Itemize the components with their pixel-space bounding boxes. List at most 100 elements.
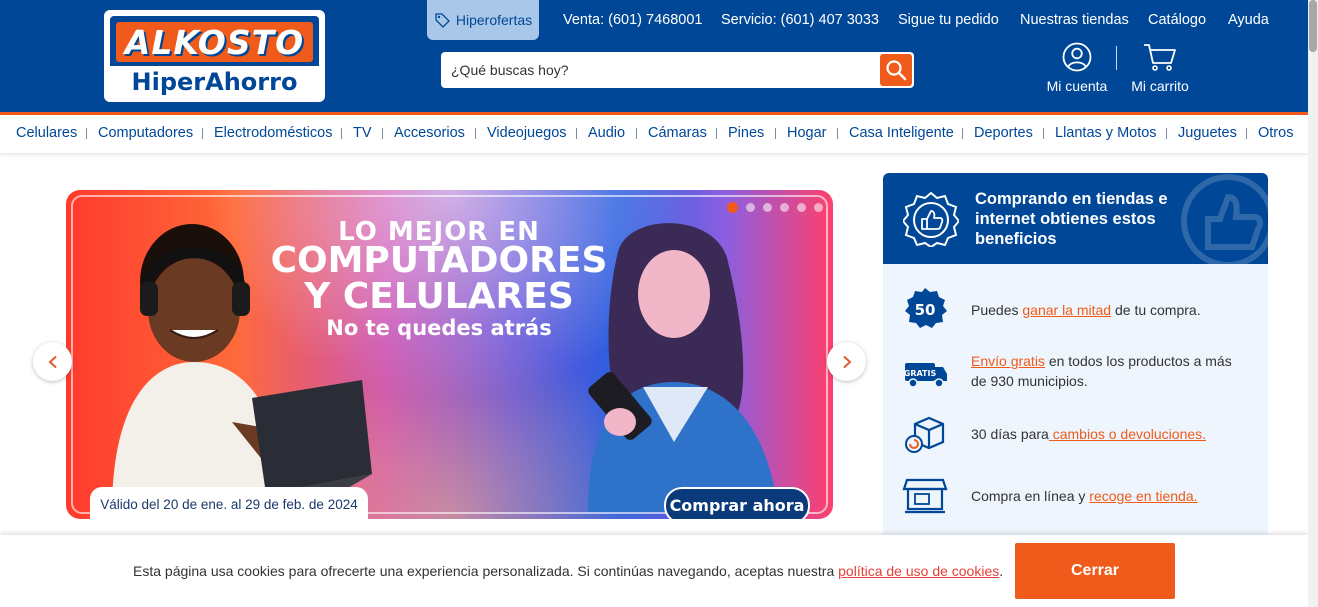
search-input[interactable]: [441, 52, 879, 88]
free-shipping-truck-icon: GRATIS: [904, 363, 947, 388]
cart-label: Mi carrito: [1131, 78, 1189, 94]
category-accesorios[interactable]: Accesorios: [394, 125, 465, 141]
account-link[interactable]: Mi cuenta: [1040, 42, 1114, 98]
benefit-text-part: de tu compra.: [1111, 302, 1201, 318]
category-nav: Celulares Computadores Electrodomésticos…: [0, 115, 1308, 153]
half-price-icon: 50: [905, 288, 947, 328]
category-separator: [1246, 128, 1247, 139]
category-separator: [962, 128, 963, 139]
svg-text:50: 50: [915, 301, 936, 319]
carousel-prev-button[interactable]: [33, 342, 72, 381]
category-videojuegos[interactable]: Videojuegos: [487, 125, 567, 141]
store-pickup-icon: [902, 478, 948, 514]
page-scrollbar[interactable]: [1308, 0, 1318, 607]
category-deportes[interactable]: Deportes: [974, 125, 1033, 141]
thumbs-up-badge-icon: [903, 191, 959, 247]
top-link-sigue-pedido[interactable]: Sigue tu pedido: [898, 12, 999, 28]
buy-now-button[interactable]: Comprar ahora: [664, 487, 810, 519]
category-separator: [775, 128, 776, 139]
top-link-tiendas[interactable]: Nuestras tiendas: [1020, 12, 1129, 28]
banner-frame: [71, 195, 828, 514]
category-juguetes[interactable]: Juguetes: [1178, 125, 1237, 141]
cart-icon: [1144, 44, 1176, 71]
category-separator: [1166, 128, 1167, 139]
category-separator: [576, 128, 577, 139]
cookie-text-end: .: [999, 563, 1004, 579]
return-box-icon: [905, 416, 945, 453]
carousel-dot[interactable]: [763, 203, 772, 212]
category-llantas-motos[interactable]: Llantas y Motos: [1055, 125, 1157, 141]
carousel-indicators: [727, 202, 823, 213]
category-computadores[interactable]: Computadores: [98, 125, 193, 141]
category-separator: [1043, 128, 1044, 139]
benefit-link-returns[interactable]: cambios o devoluciones.: [1049, 426, 1206, 442]
top-link-catalogo[interactable]: Catálogo: [1148, 12, 1206, 28]
logo-bottom-band: HiperAhorro: [110, 67, 319, 96]
category-separator: [716, 128, 717, 139]
category-separator: [341, 128, 342, 139]
user-icon: [1062, 42, 1092, 72]
chevron-left-icon: [48, 355, 56, 368]
hero-banner[interactable]: LO MEJOR EN COMPUTADORES Y CELULARES No …: [66, 190, 833, 519]
carousel-dot[interactable]: [746, 203, 755, 212]
cookie-text: Esta página usa cookies para ofrecerte u…: [133, 563, 839, 579]
carousel-dot[interactable]: [797, 203, 806, 212]
top-link-venta[interactable]: Venta: (601) 7468001: [563, 12, 702, 28]
logo-bottom-text: HiperAhorro: [131, 67, 298, 96]
carousel-dot[interactable]: [780, 203, 789, 212]
search-bar: [441, 52, 914, 88]
benefit-text: 30 días para cambios o devoluciones.: [971, 424, 1251, 444]
category-celulares[interactable]: Celulares: [16, 125, 77, 141]
category-casa-inteligente[interactable]: Casa Inteligente: [849, 125, 954, 141]
alkosto-logo[interactable]: ALKOSTO HiperAhorro: [104, 10, 325, 102]
benefit-text: Compra en línea y recoge en tienda.: [971, 486, 1251, 506]
hiperofertas-label: Hiperofertas: [455, 12, 533, 28]
hiperofertas-tab[interactable]: Hiperofertas: [427, 0, 539, 40]
benefits-panel: Comprando en tiendas e internet obtienes…: [883, 173, 1268, 543]
category-separator: [837, 128, 838, 139]
category-separator: [382, 128, 383, 139]
benefit-text-part: Puedes: [971, 302, 1023, 318]
cookie-policy-link[interactable]: política de uso de cookies: [838, 563, 999, 579]
account-label: Mi cuenta: [1046, 78, 1108, 94]
benefit-link-free-shipping[interactable]: Envío gratis: [971, 353, 1045, 369]
category-hogar[interactable]: Hogar: [787, 125, 827, 141]
benefit-link-store-pickup[interactable]: recoge en tienda.: [1089, 488, 1197, 504]
benefit-link-half-price[interactable]: ganar la mitad: [1022, 302, 1111, 318]
search-icon: [886, 60, 907, 81]
search-button[interactable]: [880, 54, 912, 86]
cookie-close-button[interactable]: Cerrar: [1015, 543, 1175, 599]
benefits-title: Comprando en tiendas e internet obtienes…: [975, 190, 1168, 248]
validity-badge: Válido del 20 de ene. al 29 de feb. de 2…: [90, 487, 368, 519]
top-link-servicio[interactable]: Servicio: (601) 407 3033: [721, 12, 879, 28]
category-separator: [202, 128, 203, 139]
category-camaras[interactable]: Cámaras: [648, 125, 707, 141]
carousel-dot[interactable]: [814, 203, 823, 212]
chevron-right-icon: [843, 355, 851, 368]
logo-top-text: ALKOSTO: [124, 22, 305, 62]
category-pines[interactable]: Pines: [728, 125, 764, 141]
cookie-message: Esta página usa cookies para ofrecerte u…: [133, 563, 1003, 579]
logo-top-band: ALKOSTO: [110, 16, 319, 66]
scrollbar-thumb[interactable]: [1309, 0, 1317, 52]
benefit-text: Puedes ganar la mitad de tu compra.: [971, 300, 1251, 320]
benefits-header: Comprando en tiendas e internet obtienes…: [883, 173, 1268, 264]
category-otros[interactable]: Otros: [1258, 125, 1293, 141]
category-tv[interactable]: TV: [353, 125, 372, 141]
category-separator: [636, 128, 637, 139]
cart-link[interactable]: Mi carrito: [1126, 42, 1194, 98]
benefit-text-part: Compra en línea y: [971, 488, 1090, 504]
header-divider: [1116, 46, 1117, 70]
cookie-banner: Esta página usa cookies para ofrecerte u…: [0, 535, 1308, 607]
tag-icon: [435, 13, 450, 28]
category-electrodomesticos[interactable]: Electrodomésticos: [214, 125, 332, 141]
top-link-ayuda[interactable]: Ayuda: [1228, 12, 1269, 28]
logo-top-inner: ALKOSTO: [116, 22, 313, 62]
category-audio[interactable]: Audio: [588, 125, 625, 141]
benefit-text: Envío gratis en todos los productos a má…: [971, 351, 1251, 391]
carousel-next-button[interactable]: [827, 342, 866, 381]
carousel-dot[interactable]: [727, 202, 738, 213]
svg-text:GRATIS: GRATIS: [904, 369, 937, 378]
site-header: ALKOSTO HiperAhorro Hiperofertas Venta: …: [0, 0, 1308, 112]
benefit-text-part: 30 días para: [971, 426, 1049, 442]
